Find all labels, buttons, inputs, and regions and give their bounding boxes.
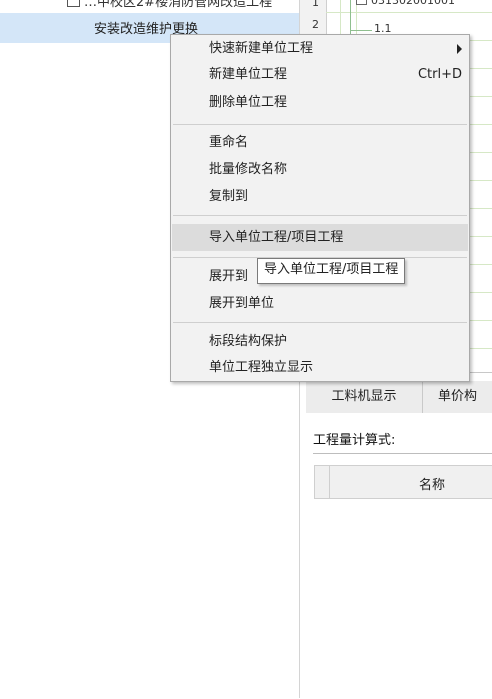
menu-item-label: 重命名 (209, 135, 249, 150)
tooltip: 导入单位工程/项目工程 (257, 258, 406, 284)
row-number: 2 (312, 18, 319, 31)
menu-separator (173, 322, 467, 323)
menu-item-label: 展开到 (209, 269, 249, 284)
tab-labor-material-machine[interactable]: 工料机显示 (306, 381, 423, 413)
menu-item-delete-unit[interactable]: 删除单位工程 (172, 90, 468, 116)
tree-row-label: …中校区2#楼消防管网改造工程 (84, 0, 273, 10)
row-number: 1 (312, 0, 319, 9)
tab-unit-price-composition[interactable]: 单价构 (423, 381, 492, 413)
menu-item-label: 单位工程独立显示 (209, 360, 314, 375)
tab-bar: 工料机显示 单价构 (306, 381, 492, 413)
collapse-icon[interactable] (67, 0, 80, 7)
row-header-gutter (315, 466, 330, 498)
code-cell[interactable]: 031302001001 (356, 0, 455, 7)
formula-input[interactable] (313, 453, 492, 454)
menu-item-label: 导入单位工程/项目工程 (209, 230, 344, 245)
name-column-header[interactable]: 名称 (314, 465, 492, 499)
menu-item-import-project[interactable]: 导入单位工程/项目工程 (172, 224, 468, 251)
tree-connector (350, 30, 372, 31)
menu-item-section-protect[interactable]: 标段结构保护 (172, 329, 468, 355)
menu-item-label: 删除单位工程 (209, 95, 288, 110)
menu-item-rename[interactable]: 重命名 (172, 130, 468, 156)
tree-row[interactable]: …中校区2#楼消防管网改造工程 (0, 0, 299, 13)
menu-item-shortcut: Ctrl+D (417, 67, 462, 82)
menu-item-label: 标段结构保护 (209, 334, 288, 349)
checkbox-icon[interactable] (356, 0, 367, 5)
formula-label: 工程量计算式: (313, 433, 396, 448)
submenu-arrow-icon (457, 44, 462, 54)
menu-item-expand-to-unit[interactable]: 展开到单位 (172, 291, 468, 317)
menu-item-label: 批量修改名称 (209, 162, 288, 177)
menu-item-label: 展开到单位 (209, 296, 275, 311)
menu-separator (173, 124, 467, 125)
column-header-label: 名称 (419, 478, 446, 493)
menu-item-unit-standalone[interactable]: 单位工程独立显示 (172, 355, 468, 381)
menu-item-label: 快速新建单位工程 (209, 41, 314, 56)
menu-item-label: 新建单位工程 (209, 67, 288, 82)
menu-item-batch-rename[interactable]: 批量修改名称 (172, 157, 468, 183)
menu-item-new-unit[interactable]: 新建单位工程 Ctrl+D (172, 62, 468, 88)
code-value: 031302001001 (371, 0, 455, 7)
menu-item-label: 复制到 (209, 189, 249, 204)
menu-item-copy-to[interactable]: 复制到 (172, 184, 468, 210)
menu-item-quick-new-unit[interactable]: 快速新建单位工程 (172, 36, 468, 62)
context-menu: 快速新建单位工程 新建单位工程 Ctrl+D 删除单位工程 重命名 批量修改名称… (170, 34, 470, 382)
menu-separator (173, 215, 467, 216)
detail-pane: 工料机显示 单价构 工程量计算式: 名称 (300, 372, 492, 699)
